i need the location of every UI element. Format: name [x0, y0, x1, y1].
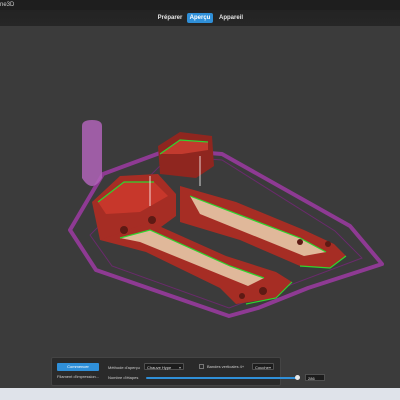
taskbar — [0, 388, 400, 400]
start-button[interactable]: Commencer — [57, 363, 99, 371]
window-title: ne3D — [0, 2, 15, 8]
layer-mode-value: Couche — [255, 365, 269, 370]
layer-mode-select[interactable]: Couche ▾ — [252, 363, 274, 370]
chevron-down-icon: ▾ — [178, 365, 181, 370]
preview-control-panel: Commencer Filament d'impression... Métho… — [51, 357, 325, 386]
title-bar: ne3D — [0, 0, 400, 10]
vertical-bands-checkbox[interactable] — [199, 364, 204, 369]
tab-prepare[interactable]: Préparer — [154, 13, 186, 23]
steps-value-field[interactable]: 286 — [305, 374, 325, 381]
preview-method-select[interactable]: Chauve Hype ▾ — [144, 363, 184, 370]
vertical-bands-label: Bandes verticales 4+ — [207, 364, 245, 369]
tab-preview[interactable]: Aperçu — [187, 13, 213, 23]
filament-label: Filament d'impression... — [57, 374, 100, 379]
back-bracket — [158, 132, 214, 178]
steps-slider-track[interactable] — [146, 377, 298, 379]
sliced-model-preview — [68, 120, 384, 318]
print-head — [82, 120, 102, 186]
3d-viewport[interactable] — [0, 26, 400, 388]
tab-device[interactable]: Appareil — [216, 13, 246, 23]
preview-method-label: Méthode d'aperçu — [108, 365, 140, 370]
steps-slider-handle[interactable] — [295, 375, 300, 380]
top-navigation: Préparer Aperçu Appareil — [0, 10, 400, 26]
steps-label: Nombre d'étapes — [108, 375, 139, 380]
preview-method-value: Chauve Hype — [147, 365, 172, 370]
chevron-down-icon: ▾ — [268, 365, 271, 370]
